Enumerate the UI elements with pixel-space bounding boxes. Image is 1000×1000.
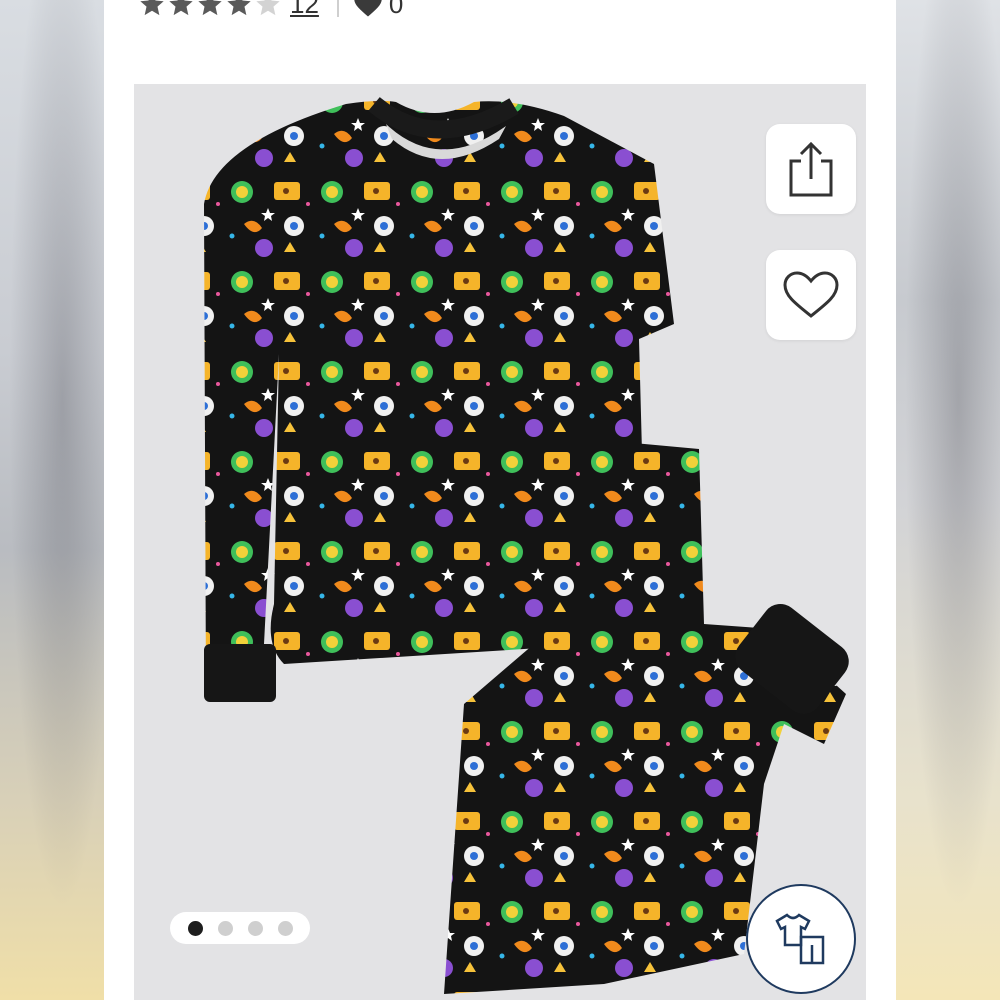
background-blur-right xyxy=(896,0,1000,1000)
rating-row: 12 0 xyxy=(138,0,403,22)
complete-the-look-button[interactable] xyxy=(746,884,856,994)
product-image[interactable] xyxy=(134,84,866,1000)
star-empty-icon xyxy=(256,0,280,16)
share-icon xyxy=(789,141,833,197)
image-pagination xyxy=(170,912,310,944)
star-icon xyxy=(198,0,222,16)
share-button[interactable] xyxy=(766,124,856,214)
pagination-dot-2[interactable] xyxy=(217,920,233,936)
wishlist-button[interactable] xyxy=(766,250,856,340)
review-count-link[interactable]: 12 xyxy=(290,0,319,20)
pagination-dot-3[interactable] xyxy=(247,920,263,936)
favorite-count: 0 xyxy=(388,0,404,19)
star-rating xyxy=(138,0,282,18)
star-icon xyxy=(140,0,164,16)
pagination-dot-4[interactable] xyxy=(277,920,293,936)
heart-icon xyxy=(783,271,839,318)
background-blur-left xyxy=(0,0,104,1000)
heart-filled-icon[interactable] xyxy=(353,0,383,18)
pajama-set-image xyxy=(204,96,849,994)
star-icon xyxy=(227,0,251,16)
star-icon xyxy=(169,0,193,16)
divider xyxy=(336,0,339,17)
outfit-icon xyxy=(775,913,825,965)
pagination-dot-1[interactable] xyxy=(187,920,203,936)
